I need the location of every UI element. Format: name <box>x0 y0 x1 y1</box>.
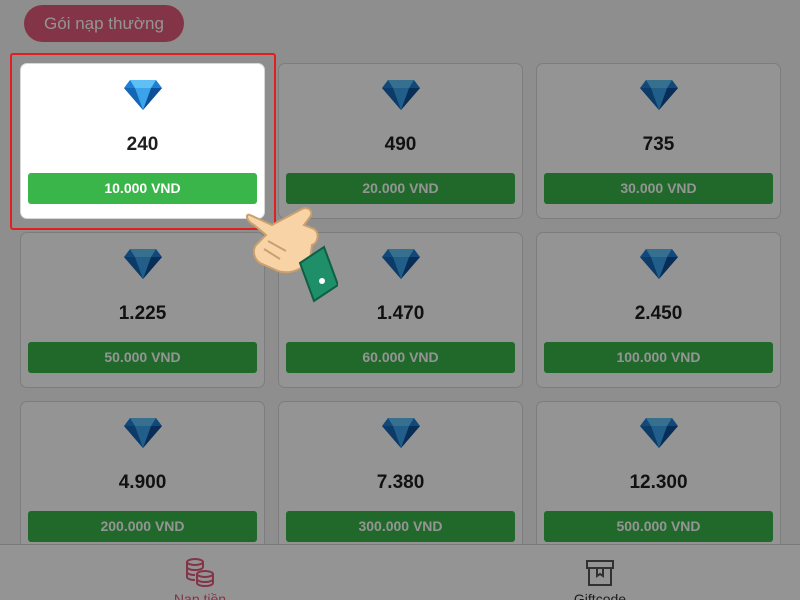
diamond-icon <box>123 418 162 448</box>
package-amount: 1.470 <box>376 303 425 324</box>
package-price-button[interactable]: 30.000 VND <box>544 173 773 204</box>
package-card-2[interactable]: 490 20.000 VND <box>278 63 523 219</box>
diamond-icon <box>639 80 678 110</box>
diamond-icon <box>639 249 678 279</box>
coins-icon <box>186 558 214 588</box>
nav-label-giftcode: Giftcode <box>573 591 627 600</box>
package-card-9[interactable]: 12.300 500.000 VND <box>536 401 781 557</box>
package-price-button[interactable]: 200.000 VND <box>28 511 257 542</box>
nav-item-topup[interactable]: Nạp tiền <box>0 545 400 600</box>
diamond-icon <box>381 249 420 279</box>
package-price-button[interactable]: 500.000 VND <box>544 511 773 542</box>
package-amount: 490 <box>384 134 417 155</box>
package-price-button[interactable]: 60.000 VND <box>286 342 515 373</box>
package-amount: 735 <box>642 134 675 155</box>
package-card-7[interactable]: 4.900 200.000 VND <box>20 401 265 557</box>
package-price-button[interactable]: 100.000 VND <box>544 342 773 373</box>
diamond-icon <box>381 418 420 448</box>
package-price-button[interactable]: 20.000 VND <box>286 173 515 204</box>
pointing-hand-icon <box>245 207 338 303</box>
package-amount: 4.900 <box>118 472 167 493</box>
package-amount: 12.300 <box>629 472 688 493</box>
tab-regular-packages[interactable]: Gói nạp thường <box>24 5 184 42</box>
diamond-icon <box>381 80 420 110</box>
highlight-frame <box>10 53 276 230</box>
bottom-nav: Nạp tiền Giftcode <box>0 544 800 600</box>
package-amount: 7.380 <box>376 472 425 493</box>
diamond-icon <box>639 418 678 448</box>
package-price-button[interactable]: 50.000 VND <box>28 342 257 373</box>
nav-label-topup: Nạp tiền <box>173 591 227 600</box>
package-amount: 1.225 <box>118 303 167 324</box>
nav-item-giftcode[interactable]: Giftcode <box>400 545 800 600</box>
gift-box-icon <box>586 560 614 586</box>
diamond-icon <box>123 249 162 279</box>
package-price-button[interactable]: 300.000 VND <box>286 511 515 542</box>
package-card-8[interactable]: 7.380 300.000 VND <box>278 401 523 557</box>
package-card-6[interactable]: 2.450 100.000 VND <box>536 232 781 388</box>
package-card-3[interactable]: 735 30.000 VND <box>536 63 781 219</box>
package-card-4[interactable]: 1.225 50.000 VND <box>20 232 265 388</box>
package-amount: 2.450 <box>634 303 683 324</box>
topup-page: Gói nạp thường 240 10.000 VND 490 20.000… <box>0 0 800 600</box>
